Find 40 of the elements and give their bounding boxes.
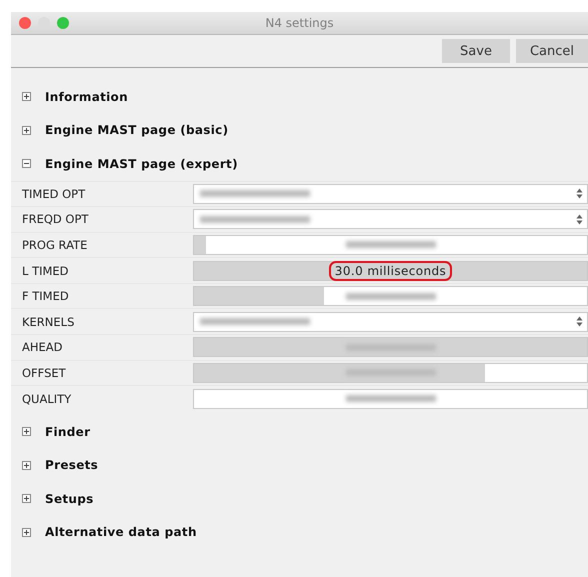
- dropdown-field[interactable]: [193, 209, 588, 230]
- cancel-button[interactable]: Cancel: [516, 39, 588, 63]
- section-header[interactable]: Engine MAST page (basic): [45, 123, 228, 138]
- expand-icon[interactable]: [22, 460, 31, 470]
- stepper-arrows-icon: [576, 188, 583, 200]
- section-header[interactable]: Engine MAST page (expert): [45, 156, 238, 171]
- window-title: N4 settings: [265, 16, 334, 30]
- section-header[interactable]: Information: [45, 90, 128, 104]
- slider-field[interactable]: [193, 286, 588, 306]
- section-header[interactable]: Presets: [45, 458, 98, 472]
- slider-field[interactable]: [193, 234, 588, 255]
- setting-label: OFFSET: [21, 366, 67, 380]
- expand-icon[interactable]: [22, 528, 31, 537]
- setting-label: AHEAD: [21, 340, 64, 354]
- setting-label: F TIMED: [21, 289, 70, 304]
- dropdown-field[interactable]: [193, 312, 588, 332]
- section-header[interactable]: Setups: [45, 492, 94, 506]
- setting-label: FREQD OPT: [21, 212, 90, 226]
- expand-icon[interactable]: [22, 494, 31, 504]
- slider-field[interactable]: [193, 362, 588, 383]
- stepper-arrows-icon: [576, 214, 583, 225]
- expand-icon[interactable]: [22, 126, 31, 135]
- save-button[interactable]: Save: [442, 39, 510, 63]
- slider-field[interactable]: 30.0 milliseconds: [193, 260, 588, 281]
- setting-label: TIMED OPT: [21, 186, 86, 201]
- dropdown-field[interactable]: [193, 184, 588, 204]
- section-header[interactable]: Finder: [45, 424, 90, 439]
- setting-label: QUALITY: [21, 392, 72, 406]
- setting-label: KERNELS: [21, 314, 76, 329]
- field-value: 30.0 milliseconds: [328, 260, 452, 281]
- slider-field[interactable]: [193, 388, 588, 409]
- close-icon[interactable]: [19, 17, 31, 29]
- setting-label: PROG RATE: [21, 238, 88, 252]
- section-header[interactable]: Alternative data path: [45, 525, 197, 540]
- expand-icon[interactable]: [22, 427, 31, 436]
- zoom-icon[interactable]: [57, 17, 69, 29]
- expand-icon[interactable]: [22, 92, 31, 102]
- collapse-icon[interactable]: [22, 159, 31, 168]
- setting-label: L TIMED: [21, 264, 70, 278]
- stepper-arrows-icon: [576, 316, 583, 328]
